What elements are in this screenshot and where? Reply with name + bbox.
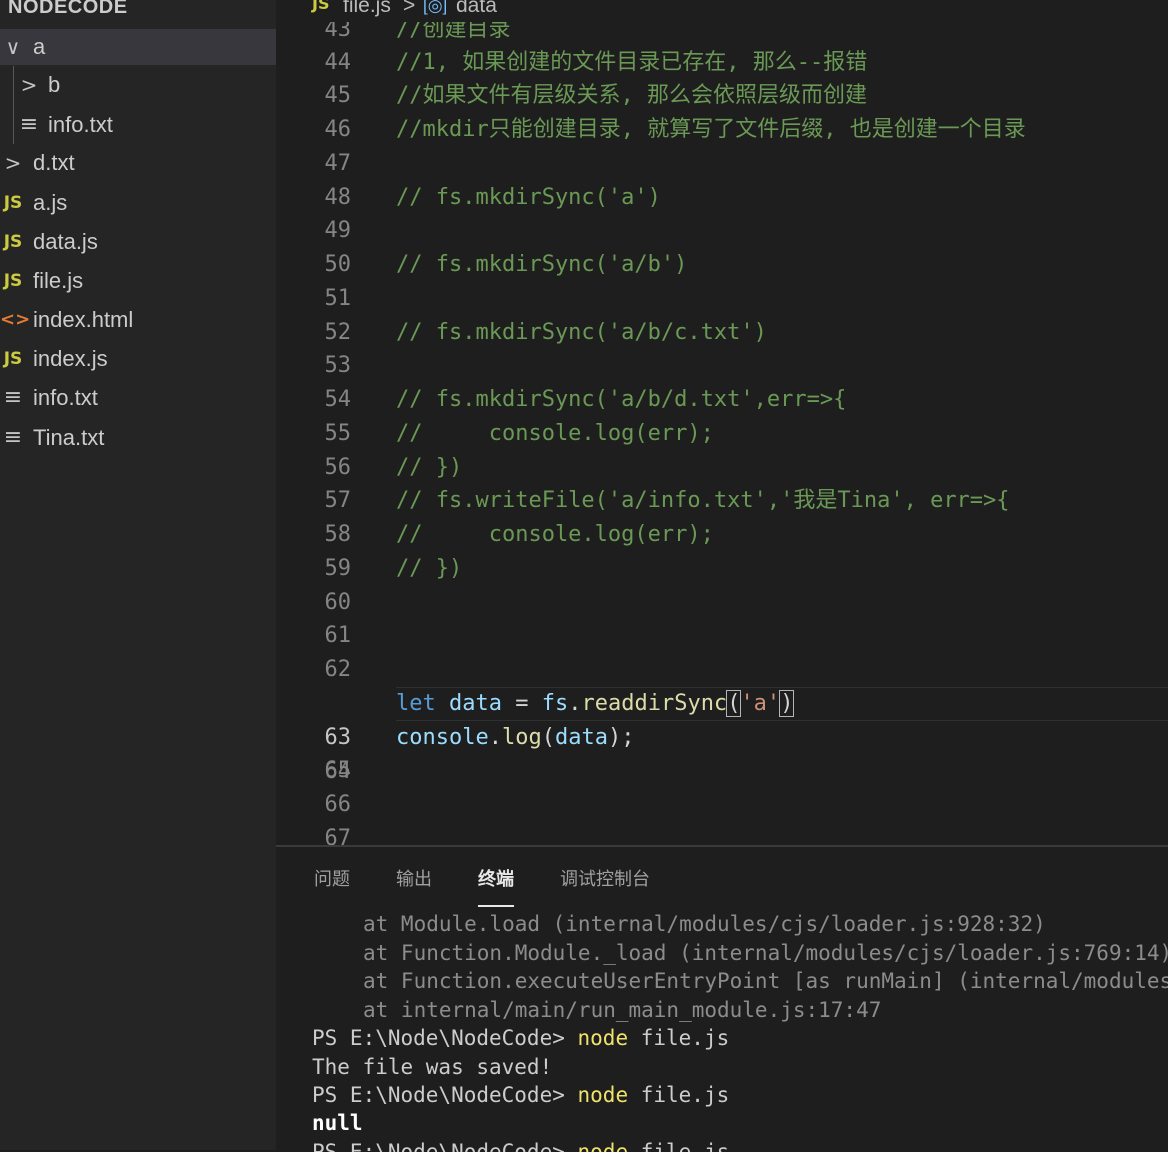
tree-item-label: info.txt [33, 385, 98, 410]
code-line: 60 [324, 590, 352, 615]
terminal-output-line: The file was saved! [312, 1055, 553, 1079]
code-line: 51 [324, 286, 352, 311]
tree-file-index-html[interactable]: <> index.html [0, 302, 276, 338]
terminal-prompt-line: PS E:\Node\NodeCode> node file.js [312, 1083, 730, 1107]
variable-symbol-icon: [◎] [423, 0, 448, 15]
bracket-match: ( [726, 690, 742, 717]
code-line: 48// fs.mkdirSync('a') [324, 185, 661, 210]
chevron-down-icon: ∨ [5, 35, 21, 59]
bottom-panel: 问题 输出 终端 调试控制台 at Module.load (internal/… [276, 845, 1168, 1152]
code-line: 55// console.log(err); [324, 421, 714, 446]
tree-folder-b[interactable]: > b [0, 67, 276, 103]
tree-item-label: a.js [33, 190, 68, 215]
js-file-icon: JS [3, 232, 23, 252]
explorer-sidebar: NODECODE ∨ a > b ≡ info.txt > d.txt JS a… [0, 0, 276, 1150]
code-line: 46//mkdir只能创建目录, 就算写了文件后缀, 也是创建一个目录 [324, 117, 1026, 142]
terminal-trace-line: at internal/main/run_main_module.js:17:4… [363, 998, 882, 1022]
tree-file-a-info-txt[interactable]: ≡ info.txt [0, 107, 276, 143]
tree-item-label: file.js [33, 268, 84, 293]
code-line: 65 [324, 758, 352, 783]
tree-item-label: index.js [33, 346, 108, 371]
code-line: 52// fs.mkdirSync('a/b/c.txt') [324, 320, 767, 345]
breadcrumb-separator: > [403, 0, 416, 17]
code-line: 57// fs.writeFile('a/info.txt','我是Tina',… [324, 488, 1010, 513]
code-line: 61 [324, 623, 352, 648]
explorer-title: NODECODE [8, 0, 128, 18]
code-line: 56// }) [324, 455, 463, 480]
js-file-icon: JS [3, 349, 23, 369]
js-file-icon: JS [3, 271, 23, 291]
chevron-right-icon: > [4, 151, 22, 175]
tree-file-file-js[interactable]: JS file.js [0, 263, 276, 299]
terminal-prompt-line: PS E:\Node\NodeCode> node file.js [312, 1026, 730, 1050]
code-line: 66 [324, 792, 352, 817]
code-line: 44//1, 如果创建的文件目录已存在, 那么--报错 [324, 50, 868, 75]
code-line: 43//创建目录 [324, 22, 511, 42]
chevron-right-icon: > [20, 73, 38, 97]
code-line-current: 63 let data = fs.readdirSync('a') [276, 687, 1168, 750]
tree-item-label: d.txt [33, 150, 75, 175]
code-line: 58// console.log(err); [324, 522, 714, 547]
code-editor[interactable]: 43//创建目录 44//1, 如果创建的文件目录已存在, 那么--报错 45/… [276, 22, 1168, 845]
tree-folder-a[interactable]: ∨ a [0, 29, 276, 65]
tab-debug-console[interactable]: 调试控制台 [560, 859, 650, 899]
terminal-trace-line: at Function.executeUserEntryPoint [as ru… [363, 969, 1168, 993]
code-line: 53 [324, 353, 352, 378]
tab-output[interactable]: 输出 [396, 859, 432, 899]
tree-file-data-js[interactable]: JS data.js [0, 224, 276, 260]
code-line: 49 [324, 218, 352, 243]
text-file-icon: ≡ [3, 385, 23, 410]
code-line: 67 [324, 826, 352, 845]
code-line: 62 [324, 657, 352, 682]
tree-file-tina-txt[interactable]: ≡ Tina.txt [0, 420, 276, 456]
breadcrumb-symbol[interactable]: data [456, 0, 497, 18]
tree-item-label: info.txt [48, 112, 113, 137]
tree-item-label: a [33, 34, 46, 59]
text-file-icon: ≡ [3, 425, 23, 450]
tab-problems[interactable]: 问题 [314, 859, 350, 899]
js-file-icon: JS [312, 0, 330, 13]
tree-file-info-txt[interactable]: ≡ info.txt [0, 380, 276, 416]
tree-file-index-js[interactable]: JS index.js [0, 341, 276, 377]
code-line: 64 console.log(data); [324, 725, 635, 784]
js-file-icon: JS [3, 193, 23, 213]
tab-terminal[interactable]: 终端 [478, 859, 514, 907]
breadcrumb-file[interactable]: file.js [343, 0, 391, 18]
code-line: 50// fs.mkdirSync('a/b') [324, 252, 688, 277]
tree-file-a-js[interactable]: JS a.js [0, 185, 276, 221]
code-line: 59// }) [324, 556, 463, 581]
tree-item-label: Tina.txt [33, 425, 105, 450]
bracket-match: ) [779, 690, 795, 717]
tree-item-label: b [48, 72, 61, 97]
tree-item-label: index.html [33, 307, 134, 332]
terminal-trace-line: at Function.Module._load (internal/modul… [363, 941, 1168, 965]
tree-item-label: data.js [33, 229, 98, 254]
terminal-output-line: null [312, 1111, 363, 1135]
text-file-icon: ≡ [19, 112, 39, 137]
tree-folder-d-txt[interactable]: > d.txt [0, 145, 276, 181]
terminal-trace-line: at Module.load (internal/modules/cjs/loa… [363, 912, 1046, 936]
code-line: 45//如果文件有层级关系, 那么会依照层级而创建 [324, 83, 867, 108]
code-line: 47 [324, 151, 352, 176]
html-file-icon: <> [0, 309, 31, 330]
breadcrumb: JS file.js > [◎] data [276, 0, 1168, 22]
code-line: 54// fs.mkdirSync('a/b/d.txt',err=>{ [324, 387, 847, 412]
